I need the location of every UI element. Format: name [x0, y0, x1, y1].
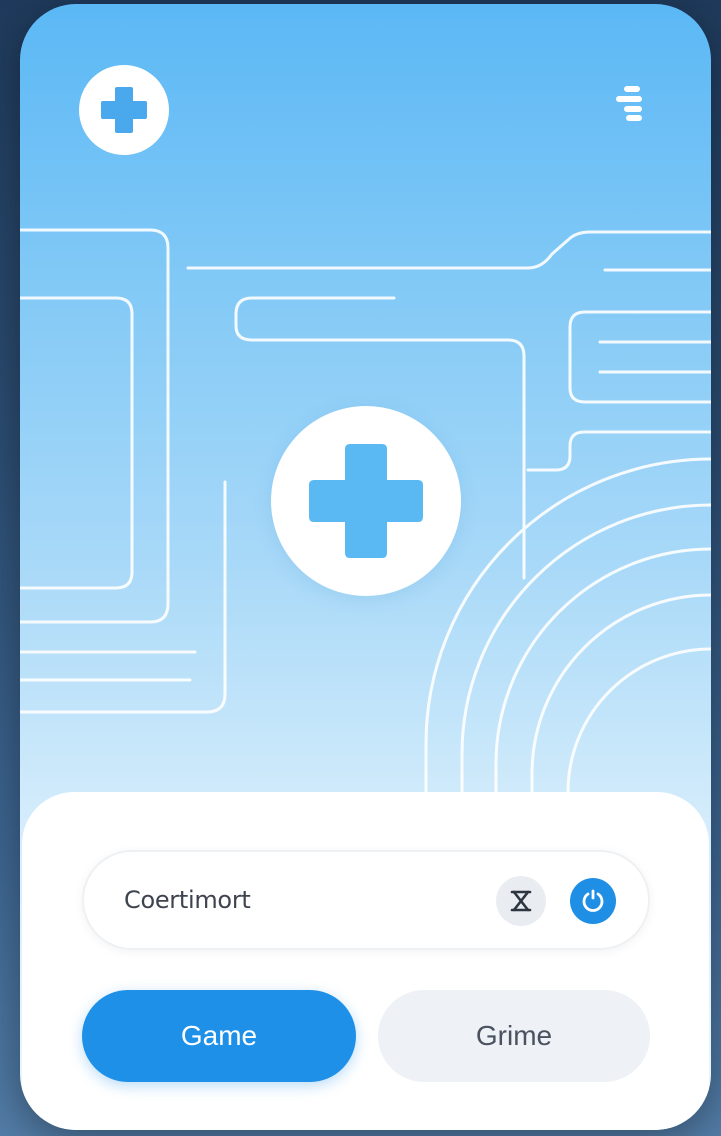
power-button[interactable]	[570, 878, 616, 924]
hourglass-icon	[510, 890, 532, 912]
power-icon	[582, 889, 604, 912]
app-screen: Coertimort Game Grime	[20, 4, 711, 1130]
plus-icon	[101, 87, 147, 133]
menu-button[interactable]	[610, 84, 646, 128]
clear-button[interactable]	[496, 876, 546, 926]
app-logo[interactable]	[79, 65, 169, 155]
search-input-value[interactable]: Coertimort	[124, 886, 251, 914]
hero-badge	[271, 406, 461, 596]
menu-icon	[616, 86, 642, 121]
plus-icon	[309, 444, 423, 558]
search-field[interactable]: Coertimort	[82, 850, 650, 950]
game-button[interactable]: Game	[82, 990, 356, 1082]
grime-button[interactable]: Grime	[378, 990, 650, 1082]
